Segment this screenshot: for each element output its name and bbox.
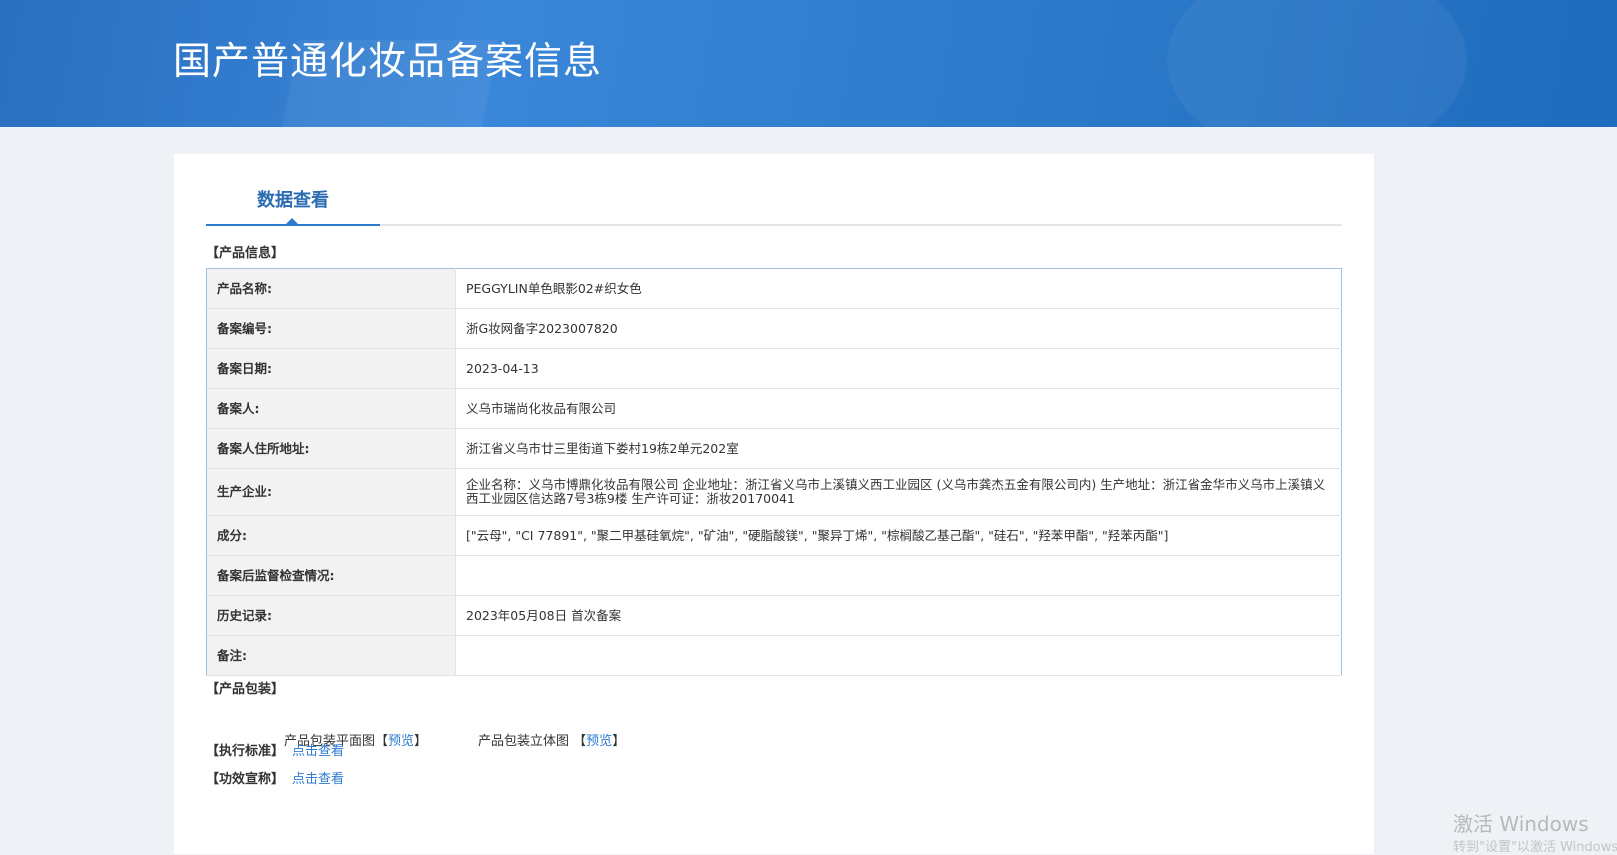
row-key: 备案日期: bbox=[206, 348, 456, 389]
bracket: 】 bbox=[612, 734, 626, 749]
bracket: 【 bbox=[573, 734, 587, 749]
section-efficacy: 【功效宣称】 bbox=[206, 772, 285, 787]
row-key: 备注: bbox=[206, 635, 456, 676]
table-row: 备注: bbox=[206, 635, 1342, 676]
efficacy-view-link[interactable]: 点击查看 bbox=[292, 768, 344, 787]
row-key: 备案人住所地址: bbox=[206, 428, 456, 469]
row-key: 备案编号: bbox=[206, 308, 456, 349]
table-row: 备案日期: 2023-04-13 bbox=[206, 348, 1342, 389]
product-info-table: 产品名称: PEGGYLIN单色眼影02#织女色 备案编号: 浙G妆网备字202300… bbox=[206, 268, 1342, 676]
header-banner: 国产普通化妆品备案信息 bbox=[0, 0, 1617, 127]
section-standard: 【执行标准】 bbox=[206, 744, 285, 759]
section-product-info: 【产品信息】 bbox=[206, 246, 285, 261]
row-key: 产品名称: bbox=[206, 268, 456, 309]
row-value: 义乌市瑞尚化妆品有限公司 bbox=[455, 388, 1342, 429]
windows-activation-hint: 转到"设置"以激活 Windows。 bbox=[1453, 840, 1617, 855]
content-card: 数据查看 【产品信息】 产品名称: PEGGYLIN单色眼影02#织女色 备案编号:… bbox=[174, 154, 1374, 854]
bracket: 【 bbox=[375, 734, 389, 749]
table-row: 备案后监督检查情况: bbox=[206, 555, 1342, 596]
row-value bbox=[455, 555, 1342, 596]
row-key: 生产企业: bbox=[206, 468, 456, 516]
row-value: 浙江省义乌市廿三里街道下娄村19栋2单元202室 bbox=[455, 428, 1342, 469]
packaging-solid-label: 产品包装立体图 bbox=[478, 734, 570, 749]
table-row: 备案人住所地址: 浙江省义乌市廿三里街道下娄村19栋2单元202室 bbox=[206, 428, 1342, 469]
row-key: 备案后监督检查情况: bbox=[206, 555, 456, 596]
row-value bbox=[455, 635, 1342, 676]
table-row: 备案编号: 浙G妆网备字2023007820 bbox=[206, 308, 1342, 349]
tab-bar: 数据查看 bbox=[206, 182, 1342, 226]
table-row: 产品名称: PEGGYLIN单色眼影02#织女色 bbox=[206, 268, 1342, 309]
table-row: 历史记录: 2023年05月08日 首次备案 bbox=[206, 595, 1342, 636]
windows-activation-watermark: 激活 Windows bbox=[1453, 812, 1589, 836]
tab-data-view[interactable]: 数据查看 bbox=[206, 182, 380, 226]
row-key: 历史记录: bbox=[206, 595, 456, 636]
packaging-solid-preview-link[interactable]: 预览 bbox=[586, 734, 612, 749]
packaging-flat-preview-link[interactable]: 预览 bbox=[388, 734, 414, 749]
table-row: 生产企业: 企业名称：义乌市博鼎化妆品有限公司 企业地址：浙江省义乌市上溪镇义西工… bbox=[206, 468, 1342, 516]
row-value: 浙G妆网备字2023007820 bbox=[455, 308, 1342, 349]
table-row: 成分: ["云母", "CI 77891", "聚二甲基硅氧烷", "矿油", "… bbox=[206, 515, 1342, 556]
row-value: ["云母", "CI 77891", "聚二甲基硅氧烷", "矿油", "硬脂酸… bbox=[455, 515, 1342, 556]
row-value: 企业名称：义乌市博鼎化妆品有限公司 企业地址：浙江省义乌市上溪镇义西工业园区 (… bbox=[455, 468, 1342, 516]
row-key: 成分: bbox=[206, 515, 456, 556]
bracket: 】 bbox=[414, 734, 428, 749]
page-title: 国产普通化妆品备案信息 bbox=[173, 39, 603, 83]
row-value: 2023年05月08日 首次备案 bbox=[455, 595, 1342, 636]
row-key: 备案人: bbox=[206, 388, 456, 429]
row-value: PEGGYLIN单色眼影02#织女色 bbox=[455, 268, 1342, 309]
section-packaging: 【产品包装】 bbox=[206, 682, 285, 697]
table-row: 备案人: 义乌市瑞尚化妆品有限公司 bbox=[206, 388, 1342, 429]
row-value: 2023-04-13 bbox=[455, 348, 1342, 389]
packaging-solid: 产品包装立体图 【预览】 bbox=[478, 730, 625, 749]
standard-view-link[interactable]: 点击查看 bbox=[292, 740, 344, 759]
